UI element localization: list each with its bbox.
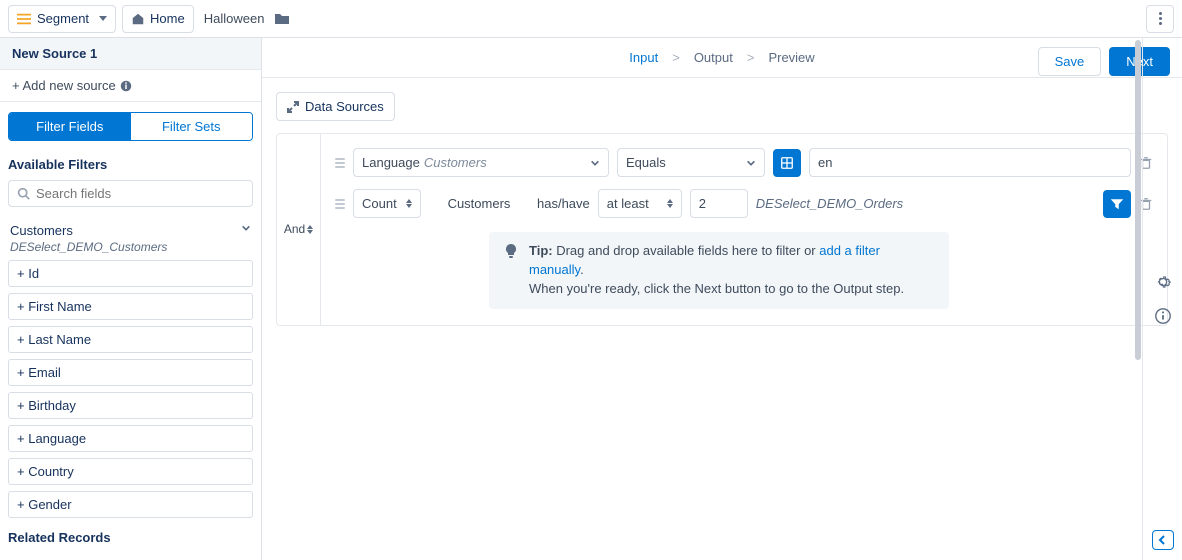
expand-icon — [287, 101, 299, 113]
tab-filter-sets[interactable]: Filter Sets — [131, 113, 253, 140]
more-menu-button[interactable] — [1146, 5, 1174, 33]
field-select[interactable]: LanguageCustomers — [353, 148, 609, 177]
info-icon[interactable] — [1154, 307, 1172, 325]
field-item[interactable]: + Language — [8, 425, 253, 452]
field-item[interactable]: + Gender — [8, 491, 253, 518]
sidebar: New Source 1 + Add new source Filter Fie… — [0, 38, 262, 560]
field-item[interactable]: + Country — [8, 458, 253, 485]
relation-select[interactable]: at least — [598, 189, 682, 218]
group-name: Customers — [10, 223, 73, 238]
home-label: Home — [150, 11, 185, 26]
logic-selector[interactable]: And — [277, 134, 321, 325]
operator-select[interactable]: Equals — [617, 148, 765, 177]
field-list: + Id + First Name + Last Name + Email + … — [0, 260, 261, 518]
step-input[interactable]: Input — [629, 50, 658, 65]
related-records-header: Related Records — [0, 526, 261, 553]
search-input[interactable] — [36, 186, 244, 201]
search-field-wrapper[interactable] — [8, 180, 253, 207]
data-sources-label: Data Sources — [305, 99, 384, 114]
scrollbar[interactable] — [1134, 38, 1142, 560]
filter-row: LanguageCustomers Equals — [335, 148, 1153, 177]
chevron-down-icon — [746, 158, 756, 168]
add-source-link[interactable]: + Add new source — [0, 70, 261, 102]
field-item[interactable]: + Email — [8, 359, 253, 386]
step-preview[interactable]: Preview — [768, 50, 814, 65]
right-rail — [1142, 38, 1182, 560]
tab-filter-fields[interactable]: Filter Fields — [9, 113, 131, 140]
chevron-down-icon — [99, 16, 107, 21]
folder-icon — [274, 11, 290, 27]
content-area: Input > Output > Preview Save Next Data … — [262, 38, 1182, 560]
info-icon — [120, 80, 132, 92]
step-separator: > — [672, 50, 680, 65]
top-bar: Segment Home Halloween — [0, 0, 1182, 38]
data-sources-button[interactable]: Data Sources — [276, 92, 395, 121]
segment-label: Segment — [37, 11, 89, 26]
value-type-button[interactable] — [773, 149, 801, 177]
filter-tabs: Filter Fields Filter Sets — [8, 112, 253, 141]
related-customers-header[interactable]: Customers — [0, 553, 261, 560]
logic-label: And — [284, 222, 305, 236]
group-subtitle: DESelect_DEMO_Customers — [0, 240, 261, 260]
available-filters-header: Available Filters — [0, 153, 261, 180]
tip-box: Tip: Drag and drop available fields here… — [489, 232, 949, 309]
step-output[interactable]: Output — [694, 50, 733, 65]
tip-label: Tip: — [529, 243, 553, 258]
home-button[interactable]: Home — [122, 5, 194, 33]
value-input[interactable] — [809, 148, 1131, 177]
subfilter-button[interactable] — [1103, 190, 1131, 218]
step-nav: Input > Output > Preview Save Next — [262, 38, 1182, 78]
segment-selector[interactable]: Segment — [8, 5, 116, 33]
breadcrumb-item[interactable]: Halloween — [204, 11, 265, 26]
stepper-icon — [667, 199, 673, 208]
aggregate-select[interactable]: Count — [353, 189, 421, 218]
stepper-icon — [307, 225, 313, 234]
add-source-label: + Add new source — [12, 78, 116, 93]
chevron-down-icon — [241, 223, 251, 233]
home-icon — [131, 12, 145, 26]
field-item[interactable]: + First Name — [8, 293, 253, 320]
grid-icon — [780, 156, 794, 170]
field-item[interactable]: + Id — [8, 260, 253, 287]
search-icon — [17, 187, 30, 200]
entity-label: Customers — [429, 196, 529, 211]
gear-icon[interactable] — [1154, 273, 1172, 291]
count-input[interactable] — [690, 189, 748, 218]
customers-group-header[interactable]: Customers — [0, 217, 261, 240]
filter-builder: And LanguageCustomers Equals — [276, 133, 1168, 326]
drag-handle-icon[interactable] — [335, 158, 345, 168]
segment-icon — [17, 12, 31, 26]
chevron-left-icon — [1158, 535, 1168, 545]
save-button[interactable]: Save — [1038, 47, 1102, 76]
filter-row: Count Customers has/have at least DESele… — [335, 189, 1153, 218]
verb-label: has/have — [537, 196, 590, 211]
chevron-down-icon — [590, 158, 600, 168]
related-table-label: DESelect_DEMO_Orders — [756, 196, 903, 211]
field-item[interactable]: + Birthday — [8, 392, 253, 419]
kebab-icon — [1159, 12, 1162, 25]
source-title: New Source 1 — [0, 38, 261, 70]
step-separator: > — [747, 50, 755, 65]
stepper-icon — [406, 199, 412, 208]
field-item[interactable]: + Last Name — [8, 326, 253, 353]
lightbulb-icon — [503, 243, 519, 259]
drag-handle-icon[interactable] — [335, 199, 345, 209]
collapse-rail-button[interactable] — [1152, 530, 1174, 550]
filter-icon — [1110, 197, 1124, 211]
